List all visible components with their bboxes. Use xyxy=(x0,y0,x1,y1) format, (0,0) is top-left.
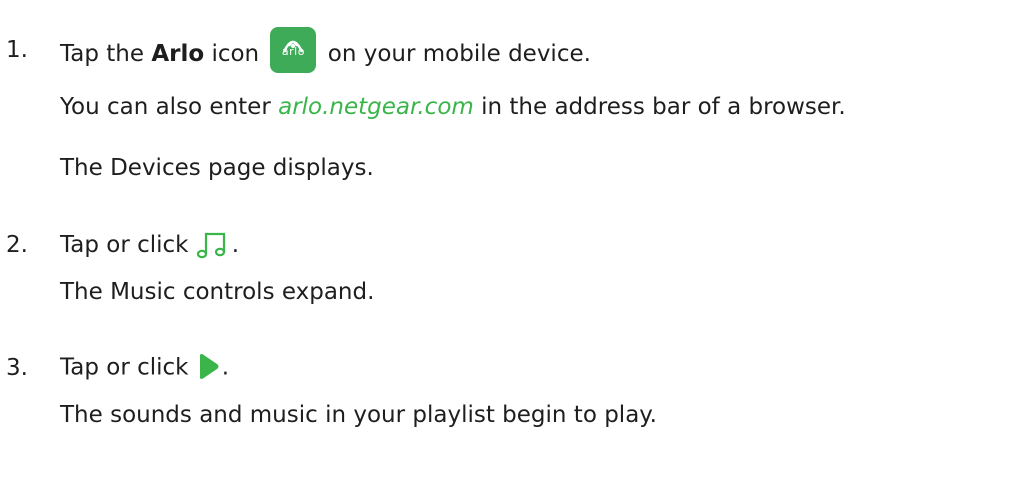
step-2-post: . xyxy=(231,231,240,258)
note-also-text: You can also enter arlo.netgear.com in t… xyxy=(60,92,846,122)
music-note-icon xyxy=(196,230,232,261)
step-3-pre: Tap or click xyxy=(60,354,196,381)
step-2-text: Tap or click . xyxy=(60,230,239,261)
play-icon xyxy=(196,352,222,384)
step-1-number: 1. xyxy=(6,37,28,63)
arlo-app-icon: arlo xyxy=(270,27,317,73)
arlo-icon-wordmark: arlo xyxy=(281,45,305,58)
step-1: 1. Tap the Arlo icon arlo on your mobile… xyxy=(0,27,1034,73)
step-2-pre: Tap or click xyxy=(60,231,196,258)
step-3-post: . xyxy=(221,354,230,381)
note-devices-text: The Devices page displays. xyxy=(60,155,374,181)
arlo-netgear-link[interactable]: arlo.netgear.com xyxy=(278,94,474,120)
note-playlist-text: The sounds and music in your playlist be… xyxy=(60,402,657,428)
note-music-text: The Music controls expand. xyxy=(60,279,375,305)
step-3-number: 3. xyxy=(6,355,28,381)
step-3-text: Tap or click . xyxy=(60,352,229,384)
step-1-mid: icon xyxy=(204,41,267,67)
step-2-number: 2. xyxy=(6,232,28,258)
step-1-post: on your mobile device. xyxy=(320,41,591,67)
step-1-bold: Arlo xyxy=(151,41,205,67)
step-1-pre: Tap the xyxy=(60,41,152,67)
step-1-text: Tap the Arlo icon arlo on your mobile de… xyxy=(60,27,591,73)
note-also-post: in the address bar of a browser. xyxy=(473,94,846,120)
step-3: 3. Tap or click . xyxy=(0,351,1034,385)
note-also-pre: You can also enter xyxy=(60,94,279,120)
step-2: 2. Tap or click . xyxy=(0,228,1034,262)
